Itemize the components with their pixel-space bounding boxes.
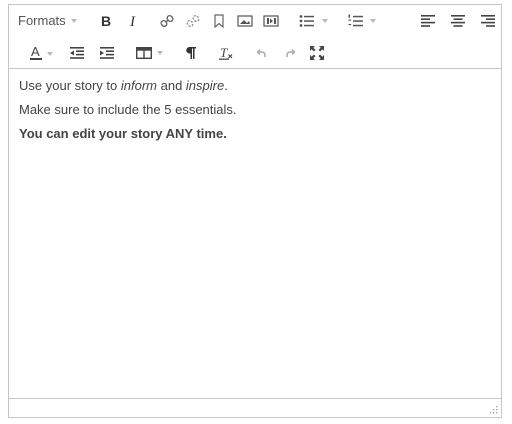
resize-handle-icon[interactable]	[488, 404, 498, 414]
table-button[interactable]	[127, 43, 163, 63]
svg-text:I: I	[129, 14, 136, 28]
align-left-icon	[421, 15, 435, 27]
clear-format-button[interactable]: T	[216, 43, 236, 63]
editor-toolbar: Formats B I A T	[9, 5, 501, 69]
outdent-button[interactable]	[67, 43, 87, 63]
formats-label: Formats	[18, 13, 66, 28]
align-right-button[interactable]	[478, 11, 498, 31]
align-center-button[interactable]	[448, 11, 468, 31]
rich-text-editor: Formats B I A T Use your story to inform…	[8, 4, 502, 418]
italic-button[interactable]: I	[124, 11, 144, 31]
image-button[interactable]	[235, 11, 255, 31]
indent-button[interactable]	[97, 43, 117, 63]
unlink-icon	[186, 14, 200, 28]
content-line-2: Make sure to include the 5 essentials.	[19, 102, 237, 117]
bookmark-icon	[214, 14, 224, 28]
svg-text:T: T	[220, 46, 228, 60]
inspire-text: inspire	[185, 78, 225, 93]
numbered-list-button[interactable]	[343, 11, 376, 31]
text-color-icon: A	[30, 45, 42, 60]
svg-text:A: A	[31, 45, 40, 59]
media-button[interactable]	[261, 11, 281, 31]
redo-button[interactable]	[281, 43, 301, 63]
editor-statusbar	[9, 398, 501, 417]
editor-content[interactable]: Use your story to inform and inspire. Ma…	[19, 77, 237, 149]
align-right-icon	[481, 15, 495, 27]
inform-text: inform	[120, 78, 157, 93]
media-icon	[263, 15, 279, 27]
align-left-button[interactable]	[418, 11, 438, 31]
chevron-down-icon	[370, 19, 376, 23]
image-icon	[237, 15, 253, 27]
text-color-button[interactable]: A	[19, 43, 53, 63]
chevron-down-icon	[47, 52, 53, 56]
indent-icon	[100, 47, 114, 59]
bold-button[interactable]: B	[96, 11, 116, 31]
redo-icon	[286, 48, 296, 57]
chevron-down-icon	[157, 51, 163, 55]
clear-format-icon: T	[219, 46, 233, 60]
unlink-button[interactable]	[183, 11, 203, 31]
numbered-list-icon	[348, 14, 363, 27]
bullet-list-button[interactable]	[294, 11, 328, 31]
link-button[interactable]	[157, 11, 177, 31]
svg-text:B: B	[101, 14, 111, 28]
italic-icon: I	[129, 14, 136, 28]
paragraph-button[interactable]	[181, 43, 201, 63]
bookmark-button[interactable]	[209, 11, 229, 31]
outdent-icon	[70, 47, 84, 59]
fullscreen-button[interactable]	[307, 43, 327, 63]
align-center-icon	[451, 15, 465, 27]
paragraph-icon	[186, 47, 196, 59]
link-icon	[160, 14, 174, 28]
chevron-down-icon	[322, 19, 328, 23]
bullet-list-icon	[299, 15, 314, 27]
formats-dropdown[interactable]: Formats	[9, 5, 89, 37]
fullscreen-icon	[310, 46, 324, 60]
table-icon	[136, 47, 152, 59]
chevron-down-icon	[71, 19, 77, 23]
undo-button[interactable]	[251, 43, 271, 63]
undo-icon	[256, 48, 266, 57]
bold-icon: B	[101, 14, 111, 28]
content-line-1: Use your story to inform and inspire.	[19, 78, 228, 93]
content-line-3: You can edit your story ANY time.	[19, 126, 227, 141]
